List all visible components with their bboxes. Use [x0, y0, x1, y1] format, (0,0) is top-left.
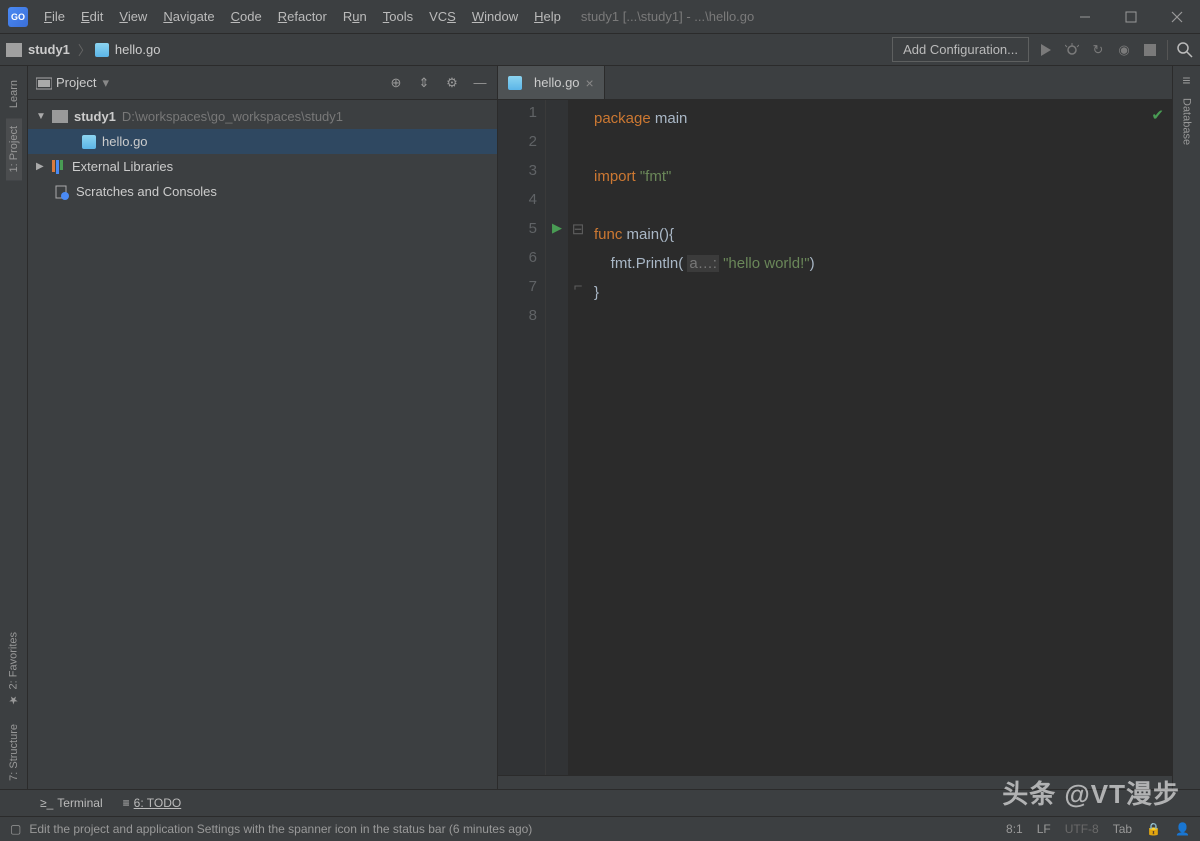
close-tab-icon[interactable]: ×: [586, 75, 594, 91]
rail-database[interactable]: Database: [1179, 90, 1195, 153]
gear-icon[interactable]: ⚙: [443, 74, 461, 92]
menu-edit[interactable]: Edit: [73, 9, 111, 24]
go-file-icon: [508, 76, 522, 90]
breadcrumb-root[interactable]: study1: [28, 42, 70, 57]
left-tool-rail: Learn 1: Project ★ 2: Favorites 7: Struc…: [0, 66, 28, 789]
status-bar: ▢ Edit the project and application Setti…: [0, 816, 1200, 841]
profile-icon[interactable]: ◉: [1115, 41, 1133, 59]
tree-scratches[interactable]: Scratches and Consoles: [28, 179, 497, 204]
panel-title[interactable]: Project: [56, 75, 96, 90]
menu-vcs[interactable]: VCS: [421, 9, 464, 24]
folder-icon: [6, 43, 22, 57]
right-tool-rail: ≡ Database: [1172, 66, 1200, 789]
tab-todo[interactable]: ≡6: TODO: [123, 796, 182, 810]
close-button[interactable]: [1154, 0, 1200, 34]
tab-hello-go[interactable]: hello.go ×: [498, 66, 605, 99]
menu-view[interactable]: View: [111, 9, 155, 24]
lock-icon[interactable]: 🔒: [1146, 822, 1161, 836]
project-view-icon: [36, 76, 52, 90]
bottom-toolbar: ≥_Terminal ≡6: TODO 头条 @VT漫步: [0, 789, 1200, 816]
watermark-text: 头条 @VT漫步: [1002, 774, 1180, 811]
indent-setting[interactable]: Tab: [1113, 822, 1132, 836]
go-file-icon: [82, 135, 96, 149]
menu-refactor[interactable]: Refactor: [270, 9, 335, 24]
gutter-icons: ▶: [546, 100, 568, 775]
status-rect-icon[interactable]: ▢: [10, 822, 21, 836]
maximize-button[interactable]: [1108, 0, 1154, 34]
terminal-icon: ≥_: [40, 796, 53, 810]
hide-icon[interactable]: —: [471, 74, 489, 92]
navigation-toolbar: study1 〉 hello.go Add Configuration... ↻…: [0, 34, 1200, 66]
file-encoding[interactable]: UTF-8: [1065, 822, 1099, 836]
tab-terminal[interactable]: ≥_Terminal: [40, 796, 103, 810]
folder-icon: [52, 110, 68, 123]
minimize-button[interactable]: [1062, 0, 1108, 34]
code-text[interactable]: package main import "fmt" func main(){ f…: [588, 100, 1172, 775]
go-file-icon: [95, 43, 109, 57]
menu-run[interactable]: Run: [335, 9, 375, 24]
search-icon[interactable]: [1176, 41, 1194, 59]
editor-tabs: hello.go ×: [498, 66, 1172, 100]
caret-position[interactable]: 8:1: [1006, 822, 1023, 836]
rail-structure[interactable]: 7: Structure: [6, 716, 22, 789]
expand-arrow-icon[interactable]: ▼: [36, 111, 48, 122]
window-title: study1 [...\study1] - ...\hello.go: [581, 9, 754, 24]
tree-external-libraries[interactable]: ▶ External Libraries: [28, 154, 497, 179]
locate-icon[interactable]: ⊕: [387, 74, 405, 92]
menu-help[interactable]: Help: [526, 9, 569, 24]
inspection-icon[interactable]: 👤: [1175, 822, 1190, 836]
run-gutter-icon[interactable]: ▶: [546, 220, 568, 249]
project-panel: Project ▾ ⊕ ⇕ ⚙ — ▼ study1 D:\workspaces…: [28, 66, 498, 789]
chevron-down-icon[interactable]: ▾: [102, 75, 109, 91]
fold-start-icon[interactable]: ⊟: [568, 220, 588, 249]
breadcrumb-file[interactable]: hello.go: [115, 42, 161, 57]
menu-tools[interactable]: Tools: [375, 9, 421, 24]
run-icon[interactable]: [1037, 41, 1055, 59]
editor-area: hello.go × 1 2 3 4 5 6 7 8 ▶ ⊟: [498, 66, 1172, 789]
menu-file[interactable]: File: [36, 9, 73, 24]
expand-all-icon[interactable]: ⇕: [415, 74, 433, 92]
menu-navigate[interactable]: Navigate: [155, 9, 222, 24]
line-separator[interactable]: LF: [1037, 822, 1051, 836]
stop-icon[interactable]: [1141, 41, 1159, 59]
database-icon: ≡: [1182, 72, 1190, 88]
libraries-icon: [52, 160, 66, 174]
add-configuration-button[interactable]: Add Configuration...: [892, 37, 1029, 62]
inspection-ok-icon[interactable]: ✔: [1151, 106, 1164, 124]
rail-project[interactable]: 1: Project: [6, 118, 22, 180]
fold-column: ⊟ ⌐: [568, 100, 588, 775]
rail-favorites[interactable]: ★ 2: Favorites: [5, 624, 22, 714]
breadcrumb-separator: 〉: [78, 40, 91, 59]
menu-code[interactable]: Code: [223, 9, 270, 24]
code-editor[interactable]: 1 2 3 4 5 6 7 8 ▶ ⊟ ⌐ pac: [498, 100, 1172, 775]
rail-learn[interactable]: Learn: [6, 72, 22, 116]
fold-end-icon[interactable]: ⌐: [568, 278, 588, 307]
tree-file-hello[interactable]: hello.go: [28, 129, 497, 154]
line-numbers: 1 2 3 4 5 6 7 8: [498, 100, 546, 775]
status-message: Edit the project and application Setting…: [29, 822, 532, 836]
project-tree: ▼ study1 D:\workspaces\go_workspaces\stu…: [28, 100, 497, 208]
coverage-icon[interactable]: ↻: [1089, 41, 1107, 59]
scratches-icon: [54, 185, 70, 199]
expand-arrow-icon[interactable]: ▶: [36, 161, 48, 172]
debug-icon[interactable]: [1063, 41, 1081, 59]
app-logo: GO: [8, 7, 28, 27]
tree-root[interactable]: ▼ study1 D:\workspaces\go_workspaces\stu…: [28, 104, 497, 129]
menu-window[interactable]: Window: [464, 9, 526, 24]
menubar: GO File Edit View Navigate Code Refactor…: [0, 0, 1200, 34]
todo-icon: ≡: [123, 796, 130, 810]
